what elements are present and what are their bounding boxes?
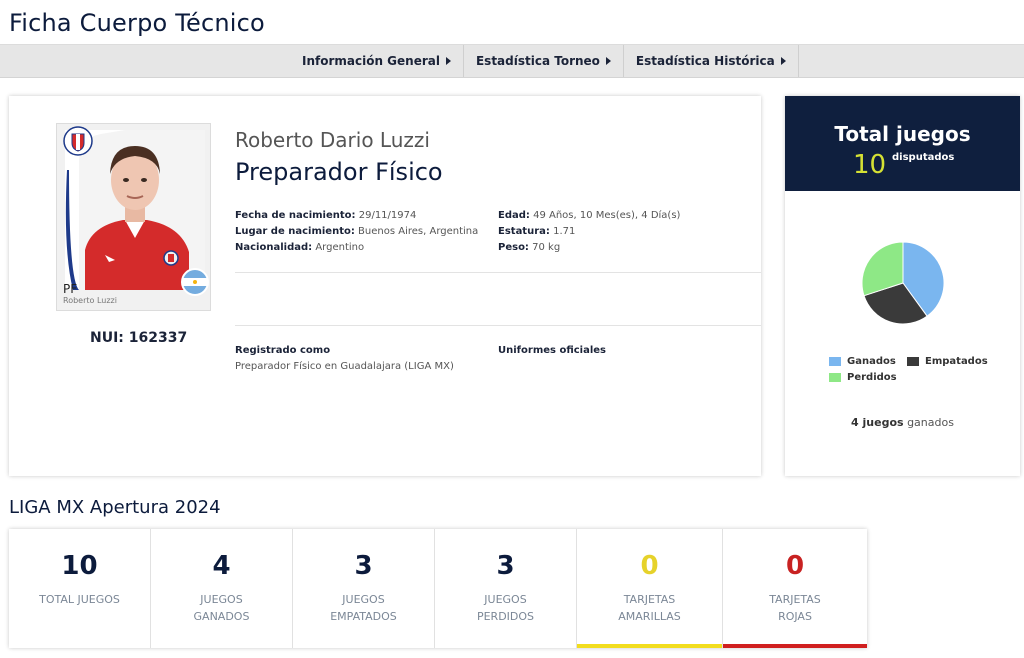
detail-label: Lugar de nacimiento: (235, 226, 355, 237)
coach-full-name: Roberto Dario Luzzi (235, 128, 430, 152)
coach-role: Preparador Físico (235, 158, 443, 186)
tab-label: Estadística Histórica (635, 54, 775, 68)
legend-item-empatados[interactable]: Empatados (907, 356, 988, 367)
stat-label: TARJETAS ROJAS (769, 593, 821, 623)
tab-label: Información General (302, 54, 440, 68)
photo-caption: Roberto Luzzi (63, 296, 117, 305)
games-won-count: 4 juegos (851, 416, 904, 429)
caret-right-icon (605, 57, 611, 65)
divider (235, 325, 761, 326)
stat-label: JUEGOS EMPATADOS (330, 593, 397, 623)
stat-total-games: 10 TOTAL JUEGOS (9, 529, 151, 648)
stat-yellow-cards: 0 TARJETAS AMARILLAS (577, 529, 723, 648)
club-crest-icon (63, 126, 93, 160)
registered-value: Preparador Físico en Guadalajara (LIGA M… (235, 361, 454, 372)
height-row: Estatura: 1.71 (498, 224, 680, 240)
legend-label: Perdidos (847, 372, 897, 383)
season-title: LIGA MX Apertura 2024 (9, 497, 221, 518)
details-left: Fecha de nacimiento: 29/11/1974 Lugar de… (235, 208, 478, 256)
tab-label: Estadística Torneo (475, 54, 600, 68)
birthplace-row: Lugar de nacimiento: Buenos Aires, Argen… (235, 224, 478, 240)
stat-color-bar (577, 644, 722, 648)
stat-value: 0 (640, 551, 659, 581)
stat-label: TOTAL JUEGOS (39, 593, 120, 606)
stat-value: 0 (785, 551, 805, 581)
detail-value: 70 kg (532, 242, 561, 253)
stat-games-drawn: 3 JUEGOS EMPATADOS (293, 529, 435, 648)
season-stats-card: 10 TOTAL JUEGOS 4 JUEGOS GANADOS 3 JUEGOS… (9, 529, 867, 648)
detail-value: Argentino (315, 242, 365, 253)
results-pie-chart (861, 241, 945, 325)
caret-right-icon (445, 57, 451, 65)
argentina-flag-icon (181, 268, 209, 300)
total-games-number: 10 (853, 150, 887, 180)
legend-label: Ganados (847, 356, 896, 367)
detail-value: Buenos Aires, Argentina (358, 226, 479, 237)
stat-games-won: 4 JUEGOS GANADOS (151, 529, 293, 648)
divider (235, 272, 761, 273)
nationality-row: Nacionalidad: Argentino (235, 240, 478, 256)
profile-card: PF Roberto Luzzi NUI: 162337 Roberto Dar… (9, 96, 761, 476)
detail-value: 1.71 (553, 226, 576, 237)
caret-right-icon (780, 57, 786, 65)
tab-estadistica-historica[interactable]: Estadística Histórica (624, 45, 799, 77)
page-title: Ficha Cuerpo Técnico (9, 9, 265, 37)
stat-value: 3 (496, 551, 515, 581)
stat-label: JUEGOS PERDIDOS (476, 593, 535, 623)
detail-value: 49 Años, 10 Mes(es), 4 Día(s) (533, 210, 681, 221)
tab-informacion-general[interactable]: Información General (290, 45, 464, 77)
age-row: Edad: 49 Años, 10 Mes(es), 4 Día(s) (498, 208, 680, 224)
detail-label: Peso: (498, 242, 529, 253)
stat-red-cards: 0 TARJETAS ROJAS (723, 529, 867, 648)
legend-item-perdidos[interactable]: Perdidos (829, 372, 897, 383)
stat-value: 3 (354, 551, 373, 581)
legend-item-ganados[interactable]: Ganados (829, 356, 896, 367)
detail-label: Edad: (498, 210, 530, 221)
details-right: Edad: 49 Años, 10 Mes(es), 4 Día(s) Esta… (498, 208, 680, 256)
games-won-suffix: ganados (907, 416, 954, 429)
total-games-subtitle: disputados (892, 152, 955, 163)
photo-position-label: PF (63, 282, 78, 296)
detail-label: Nacionalidad: (235, 242, 313, 253)
registered-title: Registrado como (235, 345, 331, 356)
legend-label: Empatados (925, 356, 988, 367)
stat-label: TARJETAS AMARILLAS (618, 593, 681, 623)
total-games-title: Total juegos (834, 122, 971, 146)
detail-label: Fecha de nacimiento: (235, 210, 356, 221)
total-games-card: Total juegos 10 disputados Ganados Empat… (785, 96, 1020, 476)
stat-color-bar (723, 644, 867, 648)
legend-swatch (907, 357, 919, 366)
legend-swatch (829, 357, 841, 366)
nui-label: NUI: 162337 (90, 330, 188, 346)
legend-swatch (829, 373, 841, 382)
weight-row: Peso: 70 kg (498, 240, 680, 256)
detail-label: Estatura: (498, 226, 550, 237)
total-games-header: Total juegos 10 disputados (785, 96, 1020, 191)
birthdate-row: Fecha de nacimiento: 29/11/1974 (235, 208, 478, 224)
tab-estadistica-torneo[interactable]: Estadística Torneo (464, 45, 624, 77)
stat-games-lost: 3 JUEGOS PERDIDOS (435, 529, 577, 648)
detail-value: 29/11/1974 (358, 210, 417, 221)
profile-photo-card: PF Roberto Luzzi (56, 123, 211, 311)
stat-value: 10 (61, 551, 98, 581)
stat-label: JUEGOS GANADOS (193, 593, 250, 623)
uniforms-title: Uniformes oficiales (498, 345, 607, 356)
stat-value: 4 (212, 551, 231, 581)
tab-bar: Información General Estadística Torneo E… (0, 44, 1024, 78)
games-won-summary: 4 juegos ganados (785, 416, 1020, 429)
